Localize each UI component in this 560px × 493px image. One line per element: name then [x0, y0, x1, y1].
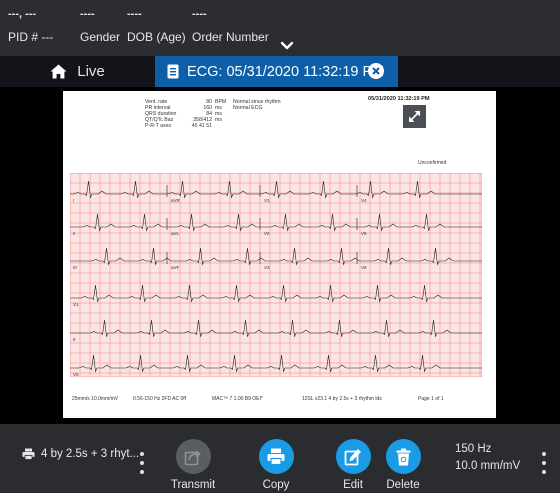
- edit-circle: [335, 439, 371, 474]
- ecg-document-icon: [167, 64, 179, 79]
- close-icon: [372, 67, 380, 75]
- interpretation-block: Normal sinus rhythm Normal ECG: [233, 99, 281, 111]
- order-label: Order Number: [192, 30, 269, 44]
- edit-label: Edit: [343, 479, 363, 491]
- lead-label: V2: [264, 231, 270, 236]
- footer-filter: 0.56-150 Hz 2FD AC 0ff: [133, 396, 186, 402]
- lead-label: III: [73, 265, 77, 270]
- patient-order: ----: [192, 8, 207, 20]
- tab-ecg-label: ECG: 05/31/2020 11:32:19 PM: [187, 63, 385, 80]
- report-format-label: 4 by 2.5s + 3 rhyt...: [41, 448, 140, 460]
- pid-label: PID # ---: [8, 30, 54, 44]
- bottom-toolbar: 4 by 2.5s + 3 rhyt... Transmit Copy Edit…: [0, 424, 560, 493]
- lead-label: aVL: [171, 231, 180, 236]
- report-datetime: 05/31/2020 11:32:19 PM: [368, 96, 430, 102]
- patient-gender: ----: [80, 8, 95, 20]
- gain-value: 10.0 mm/mV: [455, 460, 521, 472]
- lead-label: V1: [73, 302, 79, 307]
- delete-button[interactable]: Delete: [368, 439, 438, 491]
- lead-label: V1: [264, 198, 270, 203]
- print-copy-icon: [267, 448, 285, 465]
- expand-button[interactable]: [403, 105, 426, 128]
- lead-label: V5: [361, 231, 367, 236]
- edit-icon: [344, 448, 361, 465]
- lead-label: V6: [361, 265, 367, 270]
- chevron-down-icon[interactable]: [280, 40, 294, 52]
- lead-label: II: [73, 337, 76, 342]
- tab-live-label: Live: [77, 63, 105, 80]
- footer-speed: 25mm/s 10.0mm/mV: [72, 396, 119, 402]
- transmit-circle: [175, 439, 211, 474]
- measurement-row: P-R-T axes 45 41 51: [145, 123, 226, 129]
- confirmation-status: Unconfirmed: [418, 160, 447, 166]
- trash-icon: [396, 448, 410, 465]
- home-icon: [50, 64, 67, 79]
- lead-label: V5: [73, 372, 79, 377]
- copy-button[interactable]: Copy: [241, 439, 311, 491]
- measurements-block: Vent. rate 80 BPM PR interval 160 ms QRS durat…: [145, 99, 226, 129]
- measurement-name: P-R-T axes: [145, 123, 172, 129]
- report-viewer[interactable]: Vent. rate 80 BPM PR interval 160 ms QRS durat…: [0, 87, 560, 424]
- dob-label: DOB (Age): [127, 30, 186, 44]
- lead-label: V3: [264, 265, 270, 270]
- patient-dob: ----: [127, 8, 142, 20]
- footer-page: Page 1 of 1: [418, 396, 444, 402]
- report-format-selector[interactable]: 4 by 2.5s + 3 rhyt...: [22, 448, 139, 460]
- more-options-button[interactable]: [541, 452, 547, 474]
- printer-icon: [22, 448, 35, 460]
- ecg-report-page: Vent. rate 80 BPM PR interval 160 ms QRS durat…: [63, 91, 496, 418]
- copy-circle: [258, 439, 294, 474]
- patient-header[interactable]: ---, --- ---- ---- ---- PID # --- Gender…: [0, 0, 560, 56]
- lead-label: II: [73, 231, 76, 236]
- measurement-unit: ms: [215, 117, 222, 123]
- lead-label: I: [73, 198, 74, 203]
- patient-name: ---, ---: [8, 8, 37, 20]
- share-icon: [184, 450, 201, 465]
- delete-label: Delete: [386, 479, 420, 491]
- expand-icon: [409, 111, 420, 122]
- footer-device: MAC™ 7 1.00 B9 OEI*: [212, 396, 263, 402]
- tab-ecg-report[interactable]: ECG: 05/31/2020 11:32:19 PM: [155, 56, 398, 87]
- tab-live[interactable]: Live: [0, 56, 155, 87]
- signal-settings: 150 Hz 10.0 mm/mV: [455, 441, 520, 475]
- lead-label: aVF: [171, 265, 180, 270]
- transmit-button[interactable]: Transmit: [158, 439, 228, 491]
- format-more-button[interactable]: [139, 452, 145, 474]
- interpretation-statement: Normal ECG: [233, 105, 263, 111]
- transmit-label: Transmit: [170, 479, 216, 491]
- footer-format: 12SL v23.1 4 by 2.5s + 3 rhythm lds: [302, 396, 382, 402]
- ecg-waveform-grid: IaVR V1 V4 II aVL V2 V5 III aVF V3 V6 V1 II V5: [70, 173, 482, 377]
- measurement-value: 45 41 51: [191, 123, 212, 129]
- copy-label: Copy: [262, 479, 290, 491]
- lead-label: V4: [361, 198, 367, 203]
- close-tab-button[interactable]: [368, 63, 384, 79]
- filter-value: 150 Hz: [455, 443, 492, 455]
- lead-label: aVR: [171, 198, 181, 203]
- delete-circle: [385, 439, 421, 474]
- tab-bar: Live ECG: 05/31/2020 11:32:19 PM: [0, 56, 560, 87]
- gender-label: Gender: [80, 30, 121, 44]
- ecg-viewer-app: ---, --- ---- ---- ---- PID # --- Gender…: [0, 0, 560, 493]
